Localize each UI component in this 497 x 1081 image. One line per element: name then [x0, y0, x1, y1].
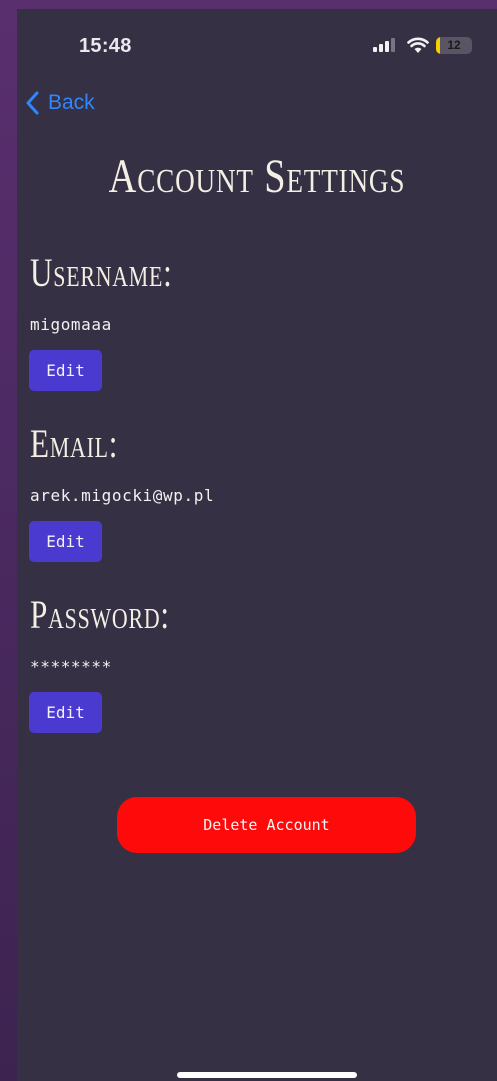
back-button[interactable]: Back — [26, 91, 95, 115]
cellular-signal-icon — [373, 38, 395, 52]
home-indicator[interactable] — [177, 1072, 357, 1078]
edit-username-button[interactable]: Edit — [29, 350, 102, 391]
password-heading: Password: — [30, 592, 170, 637]
delete-account-button[interactable]: Delete Account — [117, 797, 416, 853]
wifi-icon — [407, 37, 429, 53]
email-value: arek.migocki@wp.pl — [30, 486, 215, 505]
email-heading: Email: — [30, 421, 119, 466]
edit-password-button[interactable]: Edit — [29, 692, 102, 733]
battery-level: 12 — [447, 38, 461, 52]
password-value: ******** — [30, 657, 112, 676]
app-screen: 15:48 12 Back Account Settings Username:… — [17, 9, 497, 1081]
status-time: 15:48 — [79, 35, 132, 57]
battery-icon: 12 — [436, 37, 472, 54]
username-heading: Username: — [30, 250, 173, 295]
edit-email-button[interactable]: Edit — [29, 521, 102, 562]
username-value: migomaaa — [30, 315, 112, 334]
page-title: Account Settings — [108, 150, 406, 203]
back-label: Back — [48, 91, 95, 114]
chevron-left-icon — [26, 91, 39, 115]
